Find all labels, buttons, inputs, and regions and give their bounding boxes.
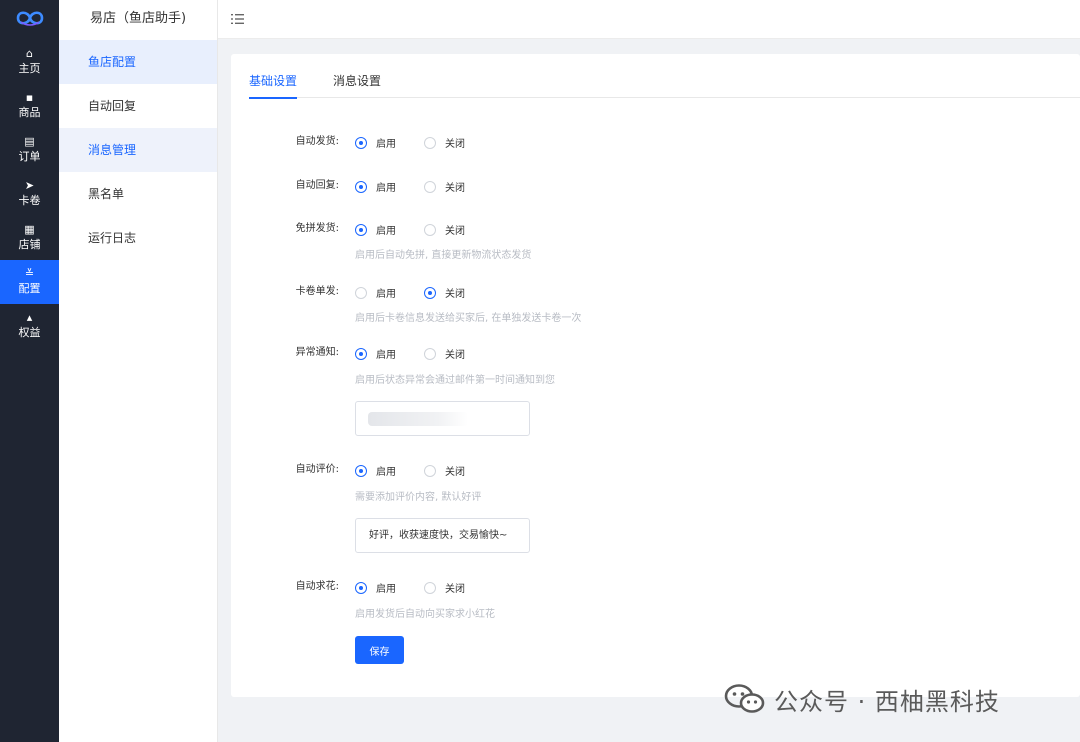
radio-dot (355, 347, 367, 360)
rail-item-home[interactable]: ⌂ 主页 (0, 40, 59, 84)
radio-dot (355, 581, 367, 594)
row-card-single: 卡卷单发: 启用 关闭 (231, 283, 1080, 301)
radio-dot (355, 223, 367, 236)
auto-flower-label: 自动求花: (295, 581, 339, 592)
review-text-input[interactable]: 好评，收获速度快，交易愉快~ (355, 518, 530, 553)
radio-dot (424, 136, 436, 149)
menu-fold-icon[interactable] (231, 13, 244, 25)
sidebar-item-auto-reply[interactable]: 自动回复 (59, 84, 217, 128)
radio-dot (424, 223, 436, 236)
radio-dot (424, 180, 436, 193)
radio-dot (355, 180, 367, 193)
auto-ship-label: 自动发货: (295, 136, 339, 147)
auto-flower-off-radio[interactable]: 关闭 (424, 580, 465, 595)
card-single-label: 卡卷单发: (295, 286, 339, 297)
home-icon: ⌂ (26, 47, 33, 60)
watermark: 公众号 · 西柚黑科技 (724, 682, 1000, 716)
redacted-email (368, 412, 468, 426)
radio-dot (355, 464, 367, 477)
free-group-on-radio[interactable]: 启用 (355, 222, 396, 237)
auto-reply-label: 自动回复: (295, 180, 339, 191)
card-single-off-radio[interactable]: 关闭 (424, 285, 465, 300)
radio-dot (424, 286, 436, 299)
auto-flower-on-radio[interactable]: 启用 (355, 580, 396, 595)
auto-reply-off-radio[interactable]: 关闭 (424, 179, 465, 194)
grid-icon: ▦ (24, 223, 35, 236)
sidebar-item-message-manage[interactable]: 消息管理 (59, 128, 217, 172)
save-button[interactable]: 保存 (355, 636, 404, 664)
auto-reply-on-radio[interactable]: 启用 (355, 179, 396, 194)
wechat-icon (724, 684, 765, 713)
row-auto-reply: 自动回复: 启用 关闭 (231, 177, 1080, 195)
auto-review-on-radio[interactable]: 启用 (355, 463, 396, 478)
sliders-icon: ≚ (24, 267, 35, 280)
rail-item-goods[interactable]: ▪ 商品 (0, 84, 59, 128)
top-bar (218, 0, 1080, 39)
abnormal-hint: 启用后状态异常会通过邮件第一时间通知到您 (355, 375, 555, 386)
auto-ship-off-radio[interactable]: 关闭 (424, 135, 465, 150)
app-logo[interactable] (0, 0, 59, 36)
row-abnormal: 异常通知: 启用 关闭 (231, 344, 1080, 362)
settings-tabs: 基础设置 消息设置 (249, 54, 1080, 99)
free-group-label: 免拼发货: (295, 223, 339, 234)
auto-review-off-radio[interactable]: 关闭 (424, 463, 465, 478)
settings-card: 基础设置 消息设置 自动发货: 启用 关闭 自动回复: 启用 关闭 免拼发货: … (231, 54, 1080, 697)
order-icon: ▤ (24, 135, 35, 148)
notify-email-input[interactable] (355, 401, 530, 436)
abnormal-off-radio[interactable]: 关闭 (424, 346, 465, 361)
radio-dot (355, 286, 367, 299)
sidebar-item-run-log[interactable]: 运行日志 (59, 216, 217, 260)
rail-item-orders[interactable]: ▤ 订单 (0, 128, 59, 172)
logo-icon (16, 11, 43, 26)
auto-flower-hint: 启用发货后自动向买家求小红花 (355, 609, 495, 620)
rail-item-config[interactable]: ≚ 配置 (0, 260, 59, 304)
goods-icon: ▪ (25, 91, 34, 104)
radio-dot (424, 464, 436, 477)
auto-review-label: 自动评价: (295, 464, 339, 475)
nav-rail: ⌂ 主页 ▪ 商品 ▤ 订单 ➤ 卡卷 ▦ 店铺 ≚ 配置 ▴ 权益 (0, 0, 59, 742)
sidebar-item-blacklist[interactable]: 黑名单 (59, 172, 217, 216)
tab-message-settings[interactable]: 消息设置 (333, 72, 381, 97)
card-single-hint: 启用后卡卷信息发送给买家后, 在单独发送卡卷一次 (355, 313, 582, 324)
tab-basic-settings[interactable]: 基础设置 (249, 72, 298, 99)
free-group-off-radio[interactable]: 关闭 (424, 222, 465, 237)
sidebar-title: 易店（鱼店助手) (90, 11, 187, 26)
send-icon: ➤ (24, 179, 35, 192)
sidebar-item-shop-config[interactable]: 鱼店配置 (59, 40, 217, 84)
sub-sidebar: 易店（鱼店助手) 鱼店配置 自动回复 消息管理 黑名单 运行日志 (59, 0, 218, 742)
card-single-on-radio[interactable]: 启用 (355, 285, 396, 300)
free-group-hint: 启用后自动免拼, 直接更新物流状态发货 (355, 250, 532, 261)
auto-review-hint: 需要添加评价内容, 默认好评 (355, 492, 482, 503)
auto-ship-on-radio[interactable]: 启用 (355, 135, 396, 150)
row-auto-review: 自动评价: 启用 关闭 (231, 461, 1080, 479)
row-auto-ship: 自动发货: 启用 关闭 (231, 133, 1080, 151)
radio-dot (424, 347, 436, 360)
rail-item-cards[interactable]: ➤ 卡卷 (0, 172, 59, 216)
rail-item-benefits[interactable]: ▴ 权益 (0, 304, 59, 348)
abnormal-on-radio[interactable]: 启用 (355, 346, 396, 361)
row-free-group: 免拼发货: 启用 关闭 (231, 220, 1080, 238)
abnormal-label: 异常通知: (295, 347, 339, 358)
row-auto-flower: 自动求花: 启用 关闭 (231, 578, 1080, 596)
thumb-icon: ▴ (26, 311, 33, 324)
radio-dot (424, 581, 436, 594)
rail-item-store[interactable]: ▦ 店铺 (0, 216, 59, 260)
watermark-text: 公众号 · 西柚黑科技 (774, 687, 1000, 716)
radio-dot (355, 136, 367, 149)
